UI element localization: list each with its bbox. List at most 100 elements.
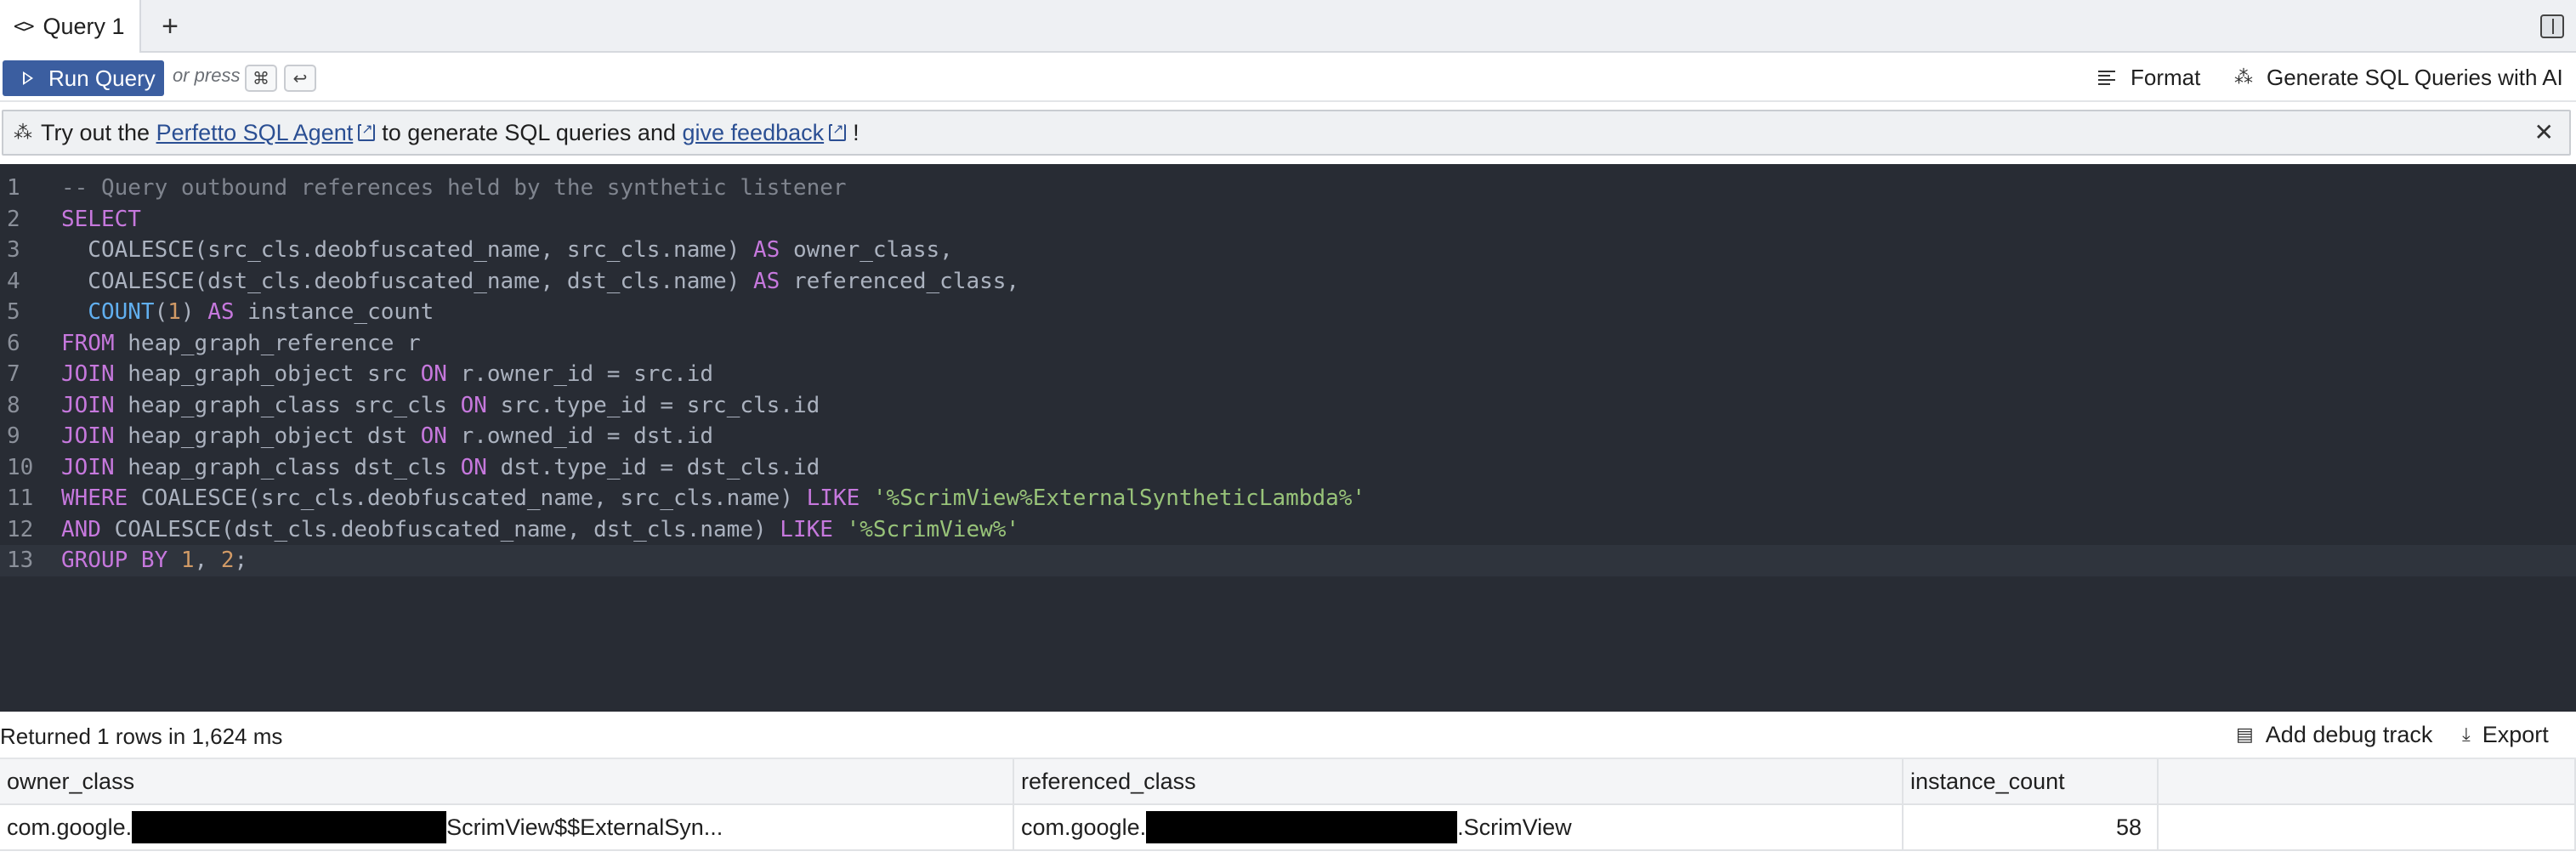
code-token: ON [420,423,447,449]
line-number: 1 [7,175,20,201]
column-header-referenced-class[interactable]: referenced_class [1014,759,1904,805]
code-token: heap_graph_class dst_cls [114,454,461,480]
code-token: heap_graph_object src [114,361,421,387]
results-table: owner_class referenced_class instance_co… [0,759,2576,851]
cell-instance-count[interactable]: 58 [1904,805,2159,851]
code-line[interactable]: 1 -- Query outbound references held by th… [0,173,2576,204]
export-button[interactable]: ⤓ Export [2462,722,2549,748]
sql-agent-banner: ⁂ Try out the Perfetto SQL Agent to gener… [2,110,2571,156]
banner-prefix: Try out the [41,119,150,145]
cell-filler [2159,805,2576,851]
magic-wand-icon: ⁂ [2234,66,2253,88]
code-line[interactable]: 5 COUNT(1) AS instance_count [0,297,2576,328]
toggle-panel-icon[interactable] [2540,14,2564,38]
play-icon [23,71,33,85]
code-token: COALESCE(dst_cls.deobfuscated_name, dst_… [61,268,753,294]
code-token: owner_class, [780,237,953,263]
perfetto-sql-agent-link[interactable]: Perfetto SQL Agent [156,120,354,146]
add-debug-track-label: Add debug track [2265,722,2433,747]
redaction-bar [1146,811,1458,843]
query-toolbar: Run Query or press ⌘ ↩ Format ⁂ Generate… [0,53,2576,102]
export-label: Export [2482,722,2549,747]
code-line[interactable]: 10 JOIN heap_graph_class dst_cls ON dst.t… [0,452,2576,484]
sql-editor[interactable]: 1 -- Query outbound references held by th… [0,164,2576,712]
line-number: 3 [7,237,20,263]
owner-class-prefix: com.google. [7,814,133,840]
code-token: heap_graph_class src_cls [114,392,461,418]
add-debug-track-button[interactable]: ▤ Add debug track [2236,722,2432,748]
code-text: COUNT(1) AS instance_count [61,297,434,328]
code-line[interactable]: 12 AND COALESCE(dst_cls.deobfuscated_name… [0,514,2576,546]
code-token: JOIN [61,454,115,480]
code-token: -- Query outbound references held by the… [61,175,847,201]
code-text: COALESCE(dst_cls.deobfuscated_name, dst_… [61,266,1019,298]
code-token: AS [752,237,780,263]
cell-owner-class[interactable]: com.google. ScrimView$$ExternalSyn... [0,805,1014,851]
code-token: '%ScrimView%' [846,516,1020,542]
close-icon[interactable]: ✕ [2534,118,2554,146]
code-token: 1 [167,299,181,325]
column-header-owner-class[interactable]: owner_class [0,759,1014,805]
cell-referenced-class[interactable]: com.google. .ScrimView [1014,805,1904,851]
code-token: referenced_class, [780,268,1020,294]
line-number: 11 [7,485,34,511]
line-number: 12 [7,516,34,542]
external-link-icon [358,121,376,141]
code-token: src.type_id = src_cls.id [486,392,820,418]
code-text: JOIN heap_graph_object dst ON r.owned_id… [61,421,713,452]
code-token: 1 [180,548,195,573]
code-line[interactable]: 9 JOIN heap_graph_object dst ON r.owned_i… [0,421,2576,452]
format-lines-icon [2098,70,2115,85]
line-number: 8 [7,392,20,418]
code-text: COALESCE(src_cls.deobfuscated_name, src_… [61,235,953,266]
owner-class-suffix: ScrimView$$ExternalSyn... [446,814,723,840]
format-label: Format [2131,64,2201,90]
run-query-button[interactable]: Run Query [3,60,164,96]
format-button[interactable]: Format [2098,61,2200,94]
plus-icon: + [162,9,179,43]
line-number: 4 [7,268,20,294]
code-token: ON [460,392,487,418]
code-line[interactable]: 11 WHERE COALESCE(src_cls.deobfuscated_na… [0,483,2576,514]
external-link-icon [829,121,847,141]
code-token: r.owner_id = src.id [446,361,714,387]
line-number: 5 [7,299,20,325]
code-line[interactable]: 3 COALESCE(src_cls.deobfuscated_name, sr… [0,235,2576,266]
code-line[interactable]: 13 GROUP BY 1, 2; [0,545,2576,576]
debug-track-icon: ▤ [2236,724,2254,746]
enter-key-icon: ↩ [284,65,316,92]
code-token: heap_graph_reference r [114,330,421,356]
code-text: AND COALESCE(dst_cls.deobfuscated_name, … [61,514,1019,546]
line-number: 6 [7,330,20,356]
query-status-text: Returned 1 rows in 1,624 ms [0,724,283,749]
code-token: r.owned_id = dst.id [446,423,714,449]
line-number: 2 [7,206,20,232]
line-number: 13 [7,548,34,573]
column-header-filler [2159,759,2576,805]
code-line[interactable]: 8 JOIN heap_graph_class src_cls ON src.ty… [0,390,2576,422]
line-number: 10 [7,454,34,480]
magic-wand-icon: ⁂ [14,122,32,144]
tab-query-1[interactable]: <> Query 1 [0,0,141,53]
code-line[interactable]: 2 SELECT [0,204,2576,236]
code-token: dst.type_id = dst_cls.id [486,454,820,480]
code-token: AND [61,516,101,542]
give-feedback-link[interactable]: give feedback [683,120,825,146]
code-token: COALESCE(src_cls.deobfuscated_name, src_… [61,237,753,263]
column-header-instance-count[interactable]: instance_count [1904,759,2159,805]
table-row[interactable]: com.google. ScrimView$$ExternalSyn... co… [0,805,2576,851]
generate-sql-ai-button[interactable]: ⁂ Generate SQL Queries with AI [2234,61,2563,94]
code-line[interactable]: 6 FROM heap_graph_reference r [0,328,2576,360]
tab-bar: <> Query 1 + [0,0,2576,53]
code-token: LIKE [806,485,860,511]
code-token: COUNT [88,299,155,325]
code-token: AS [752,268,780,294]
add-tab-button[interactable]: + [151,7,189,46]
code-token: WHERE [61,485,128,511]
code-line[interactable]: 4 COALESCE(dst_cls.deobfuscated_name, ds… [0,266,2576,298]
code-token: GROUP BY [61,548,168,573]
code-line[interactable]: 7 JOIN heap_graph_object src ON r.owner_i… [0,359,2576,390]
code-token: heap_graph_object dst [114,423,421,449]
